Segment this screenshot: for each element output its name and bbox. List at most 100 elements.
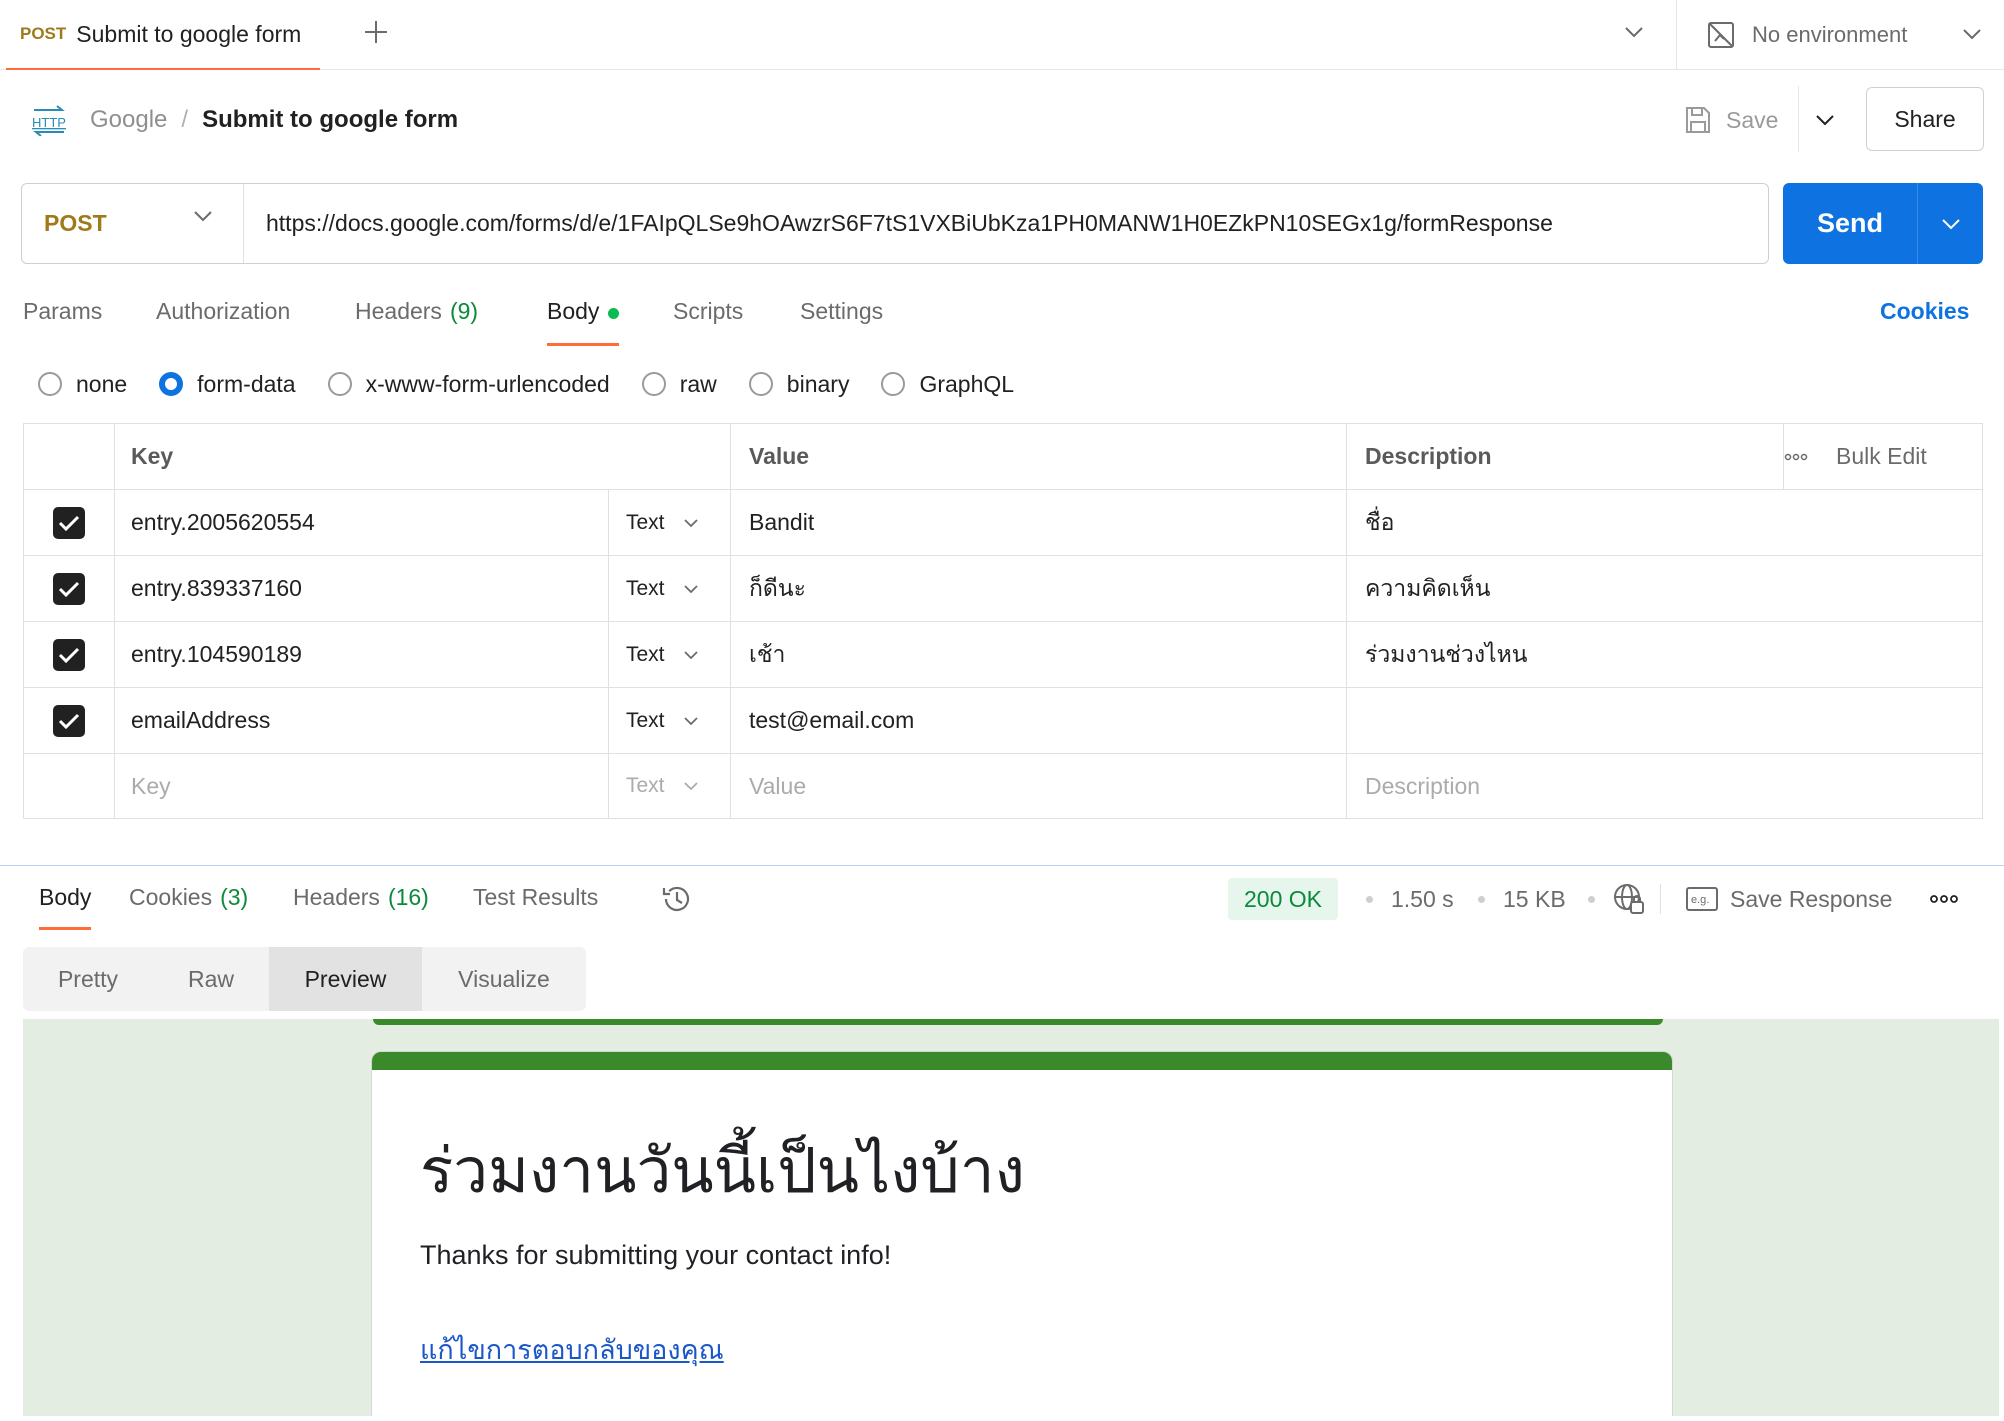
tab-test-results[interactable]: Test Results [473,874,598,930]
form-title: ร่วมงานวันนี้เป็นไงบ้าง [420,1134,1025,1207]
checkbox-checked[interactable] [53,704,85,737]
tabs-dropdown-button[interactable] [1620,12,1648,52]
description-input[interactable]: Description [1347,754,1984,818]
send-options-button[interactable] [1918,218,1983,230]
radio-button[interactable] [641,372,666,396]
more-options-icon [1930,895,1958,903]
edit-response-link[interactable]: แก้ไขการตอบกลับของคุณ [420,1328,724,1371]
tab-response-cookies[interactable]: Cookies (3) [129,874,248,930]
type-select[interactable]: Text [609,688,731,753]
checkbox-checked[interactable] [53,506,85,539]
description-cell[interactable]: ร่วมงานช่วงไหน [1347,622,1984,687]
save-button[interactable]: Save [1684,98,1778,142]
breadcrumb-request-name[interactable]: Submit to google form [202,106,458,134]
description-cell[interactable]: ความคิดเห็น [1347,556,1984,621]
tab-scripts[interactable]: Scripts [673,290,743,346]
key-input[interactable]: Key [115,754,609,818]
response-time[interactable]: 1.50 s [1391,878,1454,920]
row-enabled-checkbox[interactable] [24,490,115,555]
value-cell[interactable]: test@email.com [731,688,1347,753]
send-button: Send [1783,183,1983,264]
type-select[interactable]: Text [609,622,731,687]
chevron-down-icon [683,584,698,593]
row-enabled-checkbox[interactable] [24,688,115,753]
key-cell[interactable]: entry.2005620554 [115,490,609,555]
chevron-down-icon [683,650,698,659]
type-label: Text [626,510,665,534]
type-select[interactable]: Text [609,754,731,818]
checkbox-checked[interactable] [53,638,85,671]
key-cell[interactable]: entry.839337160 [115,556,609,621]
radio-none[interactable]: none [38,371,127,398]
more-options-button[interactable] [1928,882,1960,916]
tab-label: Settings [800,298,884,324]
method-select[interactable]: POST [22,184,244,263]
new-tab-button[interactable] [356,12,396,52]
tab-params[interactable]: Params [23,290,102,346]
row-enabled-checkbox[interactable] [24,622,115,687]
view-raw[interactable]: Raw [153,947,269,1011]
view-preview[interactable]: Preview [269,947,422,1011]
row-enabled-checkbox[interactable] [24,556,115,621]
tab-response-body[interactable]: Body [39,874,92,930]
description-cell[interactable]: ชื่อ [1347,490,1984,555]
tab-count: (3) [220,884,249,910]
value-cell[interactable]: เช้า [731,622,1347,687]
confirmation-message: Thanks for submitting your contact info! [420,1240,892,1270]
radio-x-www-form-urlencoded[interactable]: x-www-form-urlencoded [327,371,610,398]
radio-binary[interactable]: binary [748,371,849,398]
request-tab[interactable]: POST Submit to google form [6,0,320,70]
history-icon[interactable] [660,882,694,916]
radio-raw[interactable]: raw [641,371,717,398]
send-label[interactable]: Send [1783,208,1917,239]
breadcrumb-collection[interactable]: Google [90,106,167,134]
radio-button[interactable] [159,372,184,396]
chevron-down-icon [1816,115,1834,126]
checkbox-checked[interactable] [53,572,85,605]
type-select[interactable]: Text [609,490,731,555]
bulk-edit-button[interactable]: Bulk Edit [1836,443,1927,470]
status-badge[interactable]: 200 OK [1228,878,1338,920]
row-check-cell [24,754,115,818]
radio-label: form-data [197,370,296,397]
chevron-down-icon [1941,218,1960,229]
tab-response-headers[interactable]: Headers (16) [293,874,429,930]
tab-headers[interactable]: Headers (9) [355,290,478,346]
value-cell[interactable]: ก็ดีนะ [731,556,1347,621]
radio-button[interactable] [881,372,906,396]
chevron-down-icon [683,716,698,725]
cookies-link[interactable]: Cookies [1880,298,1969,325]
environment-selector[interactable]: No environment [1706,0,1907,70]
view-visualize[interactable]: Visualize [422,947,586,1011]
tab-settings[interactable]: Settings [800,290,883,346]
key-cell[interactable]: emailAddress [115,688,609,753]
request-header: HTTP Google / Submit to google form Save… [0,82,2004,158]
http-icon: HTTP [32,105,66,136]
radio-button[interactable] [38,372,62,396]
radio-button[interactable] [327,372,352,396]
share-button[interactable]: Share [1866,87,1984,151]
radio-form-data[interactable]: form-data [159,370,296,398]
tab-authorization[interactable]: Authorization [156,290,290,346]
response-preview[interactable]: ร่วมงานวันนี้เป็นไงบ้าง Thanks for submi… [23,1019,1999,1416]
table-row: entry.839337160 Text ก็ดีนะ ความคิดเห็น [24,556,1982,622]
tab-body[interactable]: Body [547,290,620,346]
save-options-button[interactable] [1812,100,1838,140]
key-cell[interactable]: entry.104590189 [115,622,609,687]
view-pretty[interactable]: Pretty [23,947,153,1011]
radio-button[interactable] [748,372,773,396]
more-options-icon[interactable] [1784,453,1808,461]
value-input[interactable]: Value [731,754,1347,818]
description-cell[interactable] [1347,688,1984,753]
type-select[interactable]: Text [609,556,731,621]
response-pane-divider[interactable] [0,865,2004,866]
check-icon [58,515,80,531]
environment-dropdown-button[interactable] [1958,14,1986,54]
value-cell[interactable]: Bandit [731,490,1347,555]
network-globe-icon[interactable] [1612,882,1646,916]
save-response-button[interactable]: e.g. Save Response [1686,878,1892,920]
url-input[interactable]: https://docs.google.com/forms/d/e/1FAIpQ… [244,210,1768,237]
response-size[interactable]: 15 KB [1503,878,1566,920]
tab-label: Test Results [473,884,599,910]
radio-graphql[interactable]: GraphQL [881,371,1014,398]
